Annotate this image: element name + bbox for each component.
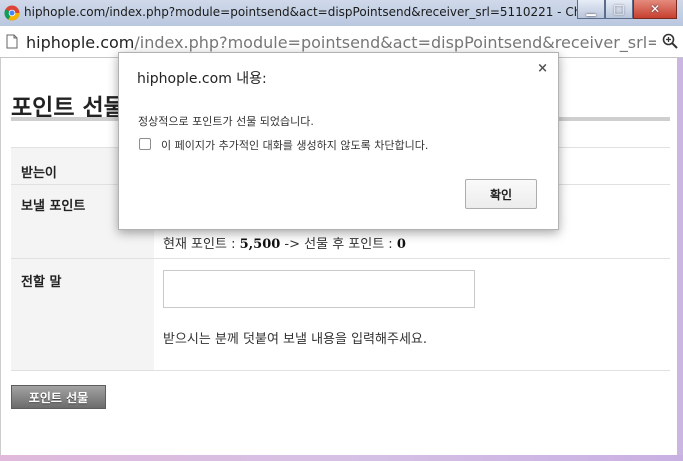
maximize-icon: □ bbox=[613, 2, 625, 16]
close-window-button[interactable]: ✕ bbox=[633, 0, 677, 19]
alert-dialog: hiphople.com 내용: × 정상적으로 포인트가 선물 되었습니다. … bbox=[118, 52, 559, 230]
zoom-icon[interactable] bbox=[662, 33, 678, 49]
receiver-label: 받는이 bbox=[21, 166, 57, 181]
window-title: hiphople.com/index.php?module=pointsend&… bbox=[24, 5, 613, 19]
close-icon: ✕ bbox=[649, 2, 661, 16]
dialog-title: hiphople.com 내용: bbox=[137, 71, 267, 87]
title-bar[interactable]: hiphople.com/index.php?module=pointsend&… bbox=[0, 0, 683, 26]
dialog-close-icon[interactable]: × bbox=[537, 61, 548, 76]
message-row: 전할 말 받으시는 분께 덧붙여 보낼 내용을 입력해주세요. bbox=[11, 258, 670, 371]
dialog-message: 정상적으로 포인트가 선물 되었습니다. bbox=[138, 115, 314, 128]
chrome-icon bbox=[4, 5, 20, 21]
message-help-text: 받으시는 분께 덧붙여 보낼 내용을 입력해주세요. bbox=[163, 332, 427, 347]
chrome-popup-window: hiphople.com/index.php?module=pointsend&… bbox=[0, 0, 683, 461]
current-points-value: 5,500 bbox=[239, 237, 281, 252]
send-points-button[interactable]: 포인트 선물 bbox=[11, 385, 106, 409]
url-text[interactable]: hiphople.com/index.php?module=pointsend&… bbox=[26, 33, 656, 52]
minimize-button[interactable]: ▁ bbox=[577, 0, 605, 19]
message-input[interactable] bbox=[163, 270, 475, 308]
points-label: 보낼 포인트 bbox=[21, 199, 86, 214]
block-dialogs-checkbox[interactable] bbox=[139, 138, 151, 150]
url-path: /index.php?module=pointsend&act=dispPoin… bbox=[134, 33, 656, 52]
maximize-button[interactable]: □ bbox=[605, 0, 633, 19]
after-points-value: 0 bbox=[396, 237, 406, 252]
dialog-ok-button[interactable]: 확인 bbox=[465, 179, 537, 209]
block-dialogs-label[interactable]: 이 페이지가 추가적인 대화를 생성하지 않도록 차단합니다. bbox=[161, 137, 428, 153]
message-label: 전할 말 bbox=[21, 275, 62, 290]
points-summary: 현재 포인트 : 5,500 -> 선물 후 포인트 : 0 bbox=[163, 237, 406, 252]
page-icon bbox=[6, 34, 18, 49]
minimize-icon: ▁ bbox=[586, 2, 596, 16]
url-host: hiphople.com bbox=[26, 33, 135, 52]
